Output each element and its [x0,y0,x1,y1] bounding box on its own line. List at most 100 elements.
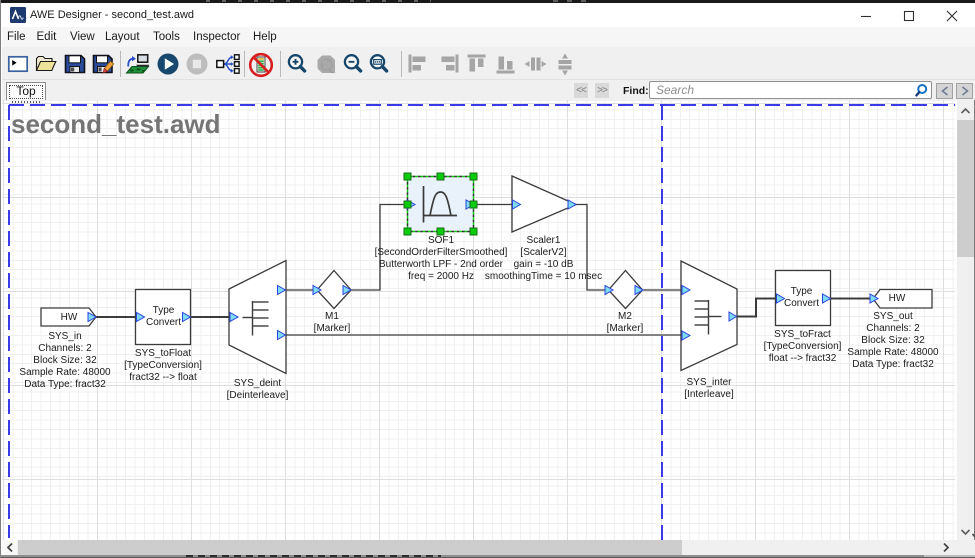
menu-help[interactable]: Help [253,27,277,47]
block-sys-deint[interactable] [229,261,286,374]
awe-designer-window: AWE Designer - second_test.awd File Edit… [0,0,975,558]
align-bottom-button[interactable] [494,52,520,78]
annotation-line: M1 [314,311,351,323]
annotation-line: smoothingTime = 10 msec [485,271,602,283]
horizontal-scrollbar-thumb[interactable] [18,540,682,555]
close-icon [946,10,958,22]
menu-view[interactable]: View [70,27,95,47]
toolbar [2,47,975,80]
propagate-changes-icon [214,52,240,76]
open-file-button[interactable] [34,52,60,78]
disable-profiling-icon [248,52,274,78]
sys-tofloat-annotations: SYS_toFloat [TypeConversion] fract32 -->… [124,348,202,384]
distribute-horizontally-button[interactable] [523,52,549,78]
search-input[interactable] [656,82,896,98]
zoom-in-button[interactable] [285,52,311,78]
find-previous-button[interactable]: << [574,83,588,98]
menu-bar: File Edit View Layout Tools Inspector He… [2,27,975,47]
annotation-line: Data Type: fract32 [847,359,938,371]
block-m1[interactable] [313,271,351,309]
chevron-down-icon [961,529,970,535]
stop-icon [185,52,209,76]
annotation-line: [TypeConversion] [764,341,842,353]
zoom-out-button[interactable] [341,52,367,78]
annotation-line: Data Type: fract32 [19,379,110,391]
scroll-up-icon[interactable] [957,102,974,119]
chevron-left-icon [7,543,13,552]
annotation-line: SYS_deint [227,378,289,390]
find-next-button[interactable]: >> [595,83,609,98]
annotation-line: [ScalerV2] [485,247,602,259]
scaler1-annotations: Scaler1 [ScalerV2] gain = -10 dB smoothi… [485,235,602,283]
horizontal-scrollbar[interactable] [2,540,955,555]
open-file-icon [34,52,58,76]
background-window-marks [206,0,431,2]
align-left-button[interactable] [406,52,432,78]
annotation-line: [Marker] [607,323,644,335]
zoom-to-fit-icon [314,52,338,76]
connect-to-target-button[interactable] [125,52,151,78]
sys-tofloat-label: Type Convert [140,305,188,329]
connect-to-target-icon [125,52,151,76]
toolbar-separator [120,51,121,77]
scrollbar-corner [955,540,975,555]
zoom-actual-size-icon [367,52,391,76]
toolbar-separator [280,51,281,77]
scroll-right-icon[interactable] [938,540,953,555]
find-back-button[interactable] [936,83,953,99]
align-right-button[interactable] [437,52,463,78]
search-icon[interactable] [913,83,929,98]
maximize-button[interactable] [887,3,930,28]
stop-button[interactable] [185,52,211,78]
annotation-line: [Interleave] [684,389,733,401]
menu-layout[interactable]: Layout [105,27,140,47]
pin-scaler1-out[interactable] [568,200,576,209]
zoom-to-fit-button[interactable] [314,52,340,78]
menu-edit[interactable]: Edit [37,27,57,47]
sys-in-annotations: SYS_in Channels: 2 Block Size: 32 Sample… [19,331,110,391]
scroll-left-icon[interactable] [2,540,17,555]
toolbar-separator [401,51,402,77]
menu-tools[interactable]: Tools [153,27,180,47]
annotation-line: fract32 --> float [124,372,202,384]
run-icon [156,52,180,76]
awe-logo-icon [10,7,26,23]
block-scaler1[interactable] [512,176,576,232]
annotation-line: Sample Rate: 48000 [847,347,938,359]
save-icon [63,52,87,76]
minimize-icon [860,10,872,22]
zoom-actual-size-button[interactable] [367,52,393,78]
block-sys-inter[interactable] [681,261,737,371]
menu-file[interactable]: File [7,27,26,47]
vertical-scrollbar-thumb[interactable] [957,120,974,257]
run-button[interactable] [156,52,182,78]
align-left-icon [406,52,430,76]
distribute-vertically-button[interactable] [553,52,579,78]
block-m2[interactable] [605,271,643,309]
sys-out-label: HW [889,293,906,305]
tab-top[interactable]: Top [6,82,46,100]
minimize-button[interactable] [844,3,887,28]
sys-in-label: HW [61,312,78,324]
save-as-icon [91,52,115,76]
annotation-line: SYS_toFloat [124,348,202,360]
menu-inspector[interactable]: Inspector [193,27,240,47]
wire-inter-tofract[interactable] [737,299,776,317]
close-button[interactable] [930,3,973,28]
vertical-scrollbar[interactable] [957,100,974,540]
disable-profiling-button[interactable] [248,52,274,78]
find-forward-button[interactable] [956,83,973,99]
design-canvas[interactable]: second_test.awd [2,100,955,540]
zoom-in-icon [285,52,309,76]
save-button[interactable] [63,52,89,78]
block-sof1[interactable] [404,173,477,235]
annotation-line: Channels: 2 [19,343,110,355]
align-top-icon [465,52,489,76]
save-as-button[interactable] [91,52,117,78]
propagate-changes-button[interactable] [214,52,240,78]
align-top-button[interactable] [465,52,491,78]
search-box [649,81,932,99]
new-design-button[interactable] [6,52,32,78]
zoom-out-icon [341,52,365,76]
new-design-icon [6,52,30,76]
